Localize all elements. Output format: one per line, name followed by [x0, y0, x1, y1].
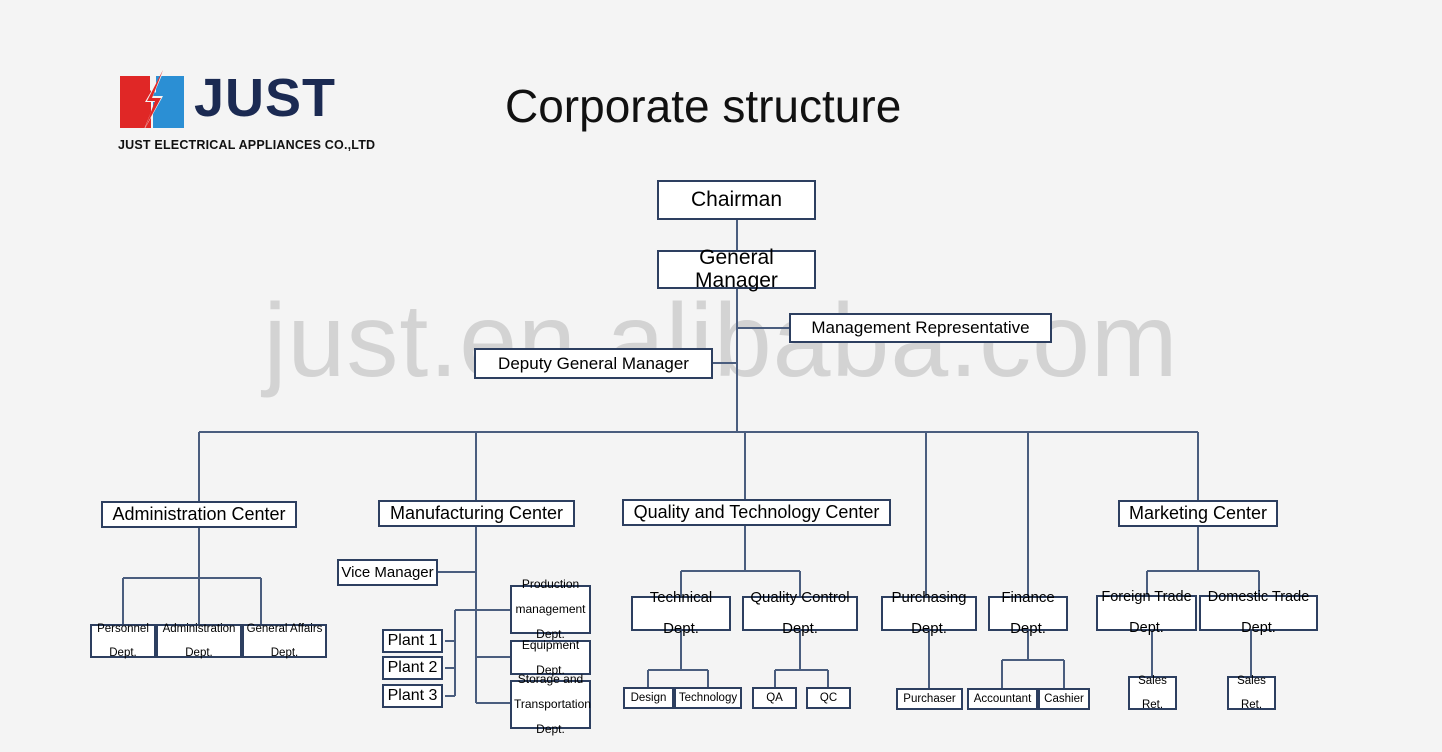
company-logo: JUST JUST ELECTRICAL APPLIANCES CO.,LTD	[118, 68, 375, 158]
node-equipment-dept[interactable]: Equipment Dept.	[510, 639, 591, 676]
node-deputy-general-manager[interactable]: Deputy General Manager	[474, 348, 713, 379]
node-production-management-dept[interactable]: Production management Dept.	[510, 578, 591, 640]
node-chairman[interactable]: Chairman	[657, 180, 816, 220]
node-personnel-dept[interactable]: Personnel Dept.	[90, 623, 156, 659]
node-qc[interactable]: QC	[806, 687, 851, 709]
node-general-affairs-dept[interactable]: General Affairs Dept.	[242, 623, 327, 659]
node-foreign-trade-dept[interactable]: Foreign Trade Dept.	[1096, 589, 1197, 635]
node-cashier[interactable]: Cashier	[1038, 688, 1090, 710]
logo-mark-icon	[120, 68, 184, 132]
node-administration-dept[interactable]: Administration Dept.	[156, 623, 242, 659]
node-quality-technology-center[interactable]: Quality and Technology Center	[622, 499, 891, 526]
node-purchaser[interactable]: Purchaser	[896, 688, 963, 710]
node-plant-3[interactable]: Plant 3	[382, 684, 443, 708]
node-manufacturing-center[interactable]: Manufacturing Center	[378, 500, 575, 527]
node-domestic-trade-dept[interactable]: Domestic Trade Dept.	[1199, 589, 1318, 635]
node-technology[interactable]: Technology	[674, 687, 742, 709]
node-plant-2[interactable]: Plant 2	[382, 656, 443, 680]
org-chart-page: just.en.alibaba.com JUST JUST ELECTRICAL…	[0, 0, 1442, 752]
node-purchasing-dept[interactable]: Purchasing Dept.	[881, 590, 977, 637]
node-management-representative[interactable]: Management Representative	[789, 313, 1052, 343]
node-sales-ret-domestic[interactable]: Sales Ret.	[1227, 675, 1276, 711]
node-accountant[interactable]: Accountant	[967, 688, 1038, 710]
node-finance-dept[interactable]: Finance Dept.	[988, 590, 1068, 637]
node-quality-control-dept[interactable]: Quality Control Dept.	[742, 590, 858, 637]
node-general-manager[interactable]: General Manager	[657, 247, 816, 291]
page-title: Corporate structure	[505, 80, 902, 132]
node-design[interactable]: Design	[623, 687, 674, 709]
node-sales-ret-foreign[interactable]: Sales Ret.	[1128, 675, 1177, 711]
logo-tagline: JUST ELECTRICAL APPLIANCES CO.,LTD	[118, 138, 376, 152]
node-plant-1[interactable]: Plant 1	[382, 629, 443, 653]
node-technical-dept[interactable]: Technical Dept.	[631, 590, 731, 637]
logo-wordmark: JUST	[194, 68, 337, 128]
node-marketing-center[interactable]: Marketing Center	[1118, 500, 1278, 527]
node-vice-manager[interactable]: Vice Manager	[337, 559, 438, 586]
node-qa[interactable]: QA	[752, 687, 797, 709]
node-storage-transportation-dept[interactable]: Storage and Transportation Dept.	[510, 673, 591, 735]
node-administration-center[interactable]: Administration Center	[101, 501, 297, 528]
